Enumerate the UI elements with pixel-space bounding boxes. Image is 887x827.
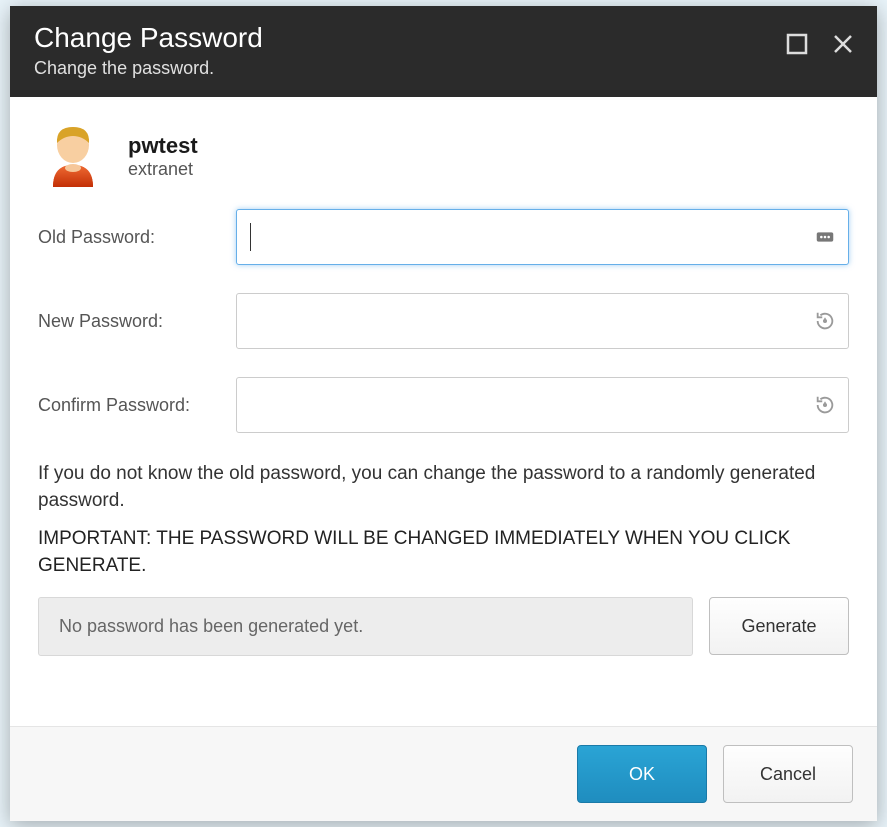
- old-password-label: Old Password:: [38, 227, 236, 248]
- confirm-password-input[interactable]: [236, 377, 849, 433]
- old-password-row: Old Password:: [38, 209, 849, 265]
- confirm-password-label: Confirm Password:: [38, 395, 236, 416]
- password-generate-icon[interactable]: [813, 393, 837, 417]
- generate-status: No password has been generated yet.: [38, 597, 693, 656]
- password-generate-icon[interactable]: [813, 309, 837, 333]
- change-password-dialog: Change Password Change the password.: [10, 6, 877, 821]
- text-caret: [250, 223, 251, 251]
- old-password-input-wrap: [236, 209, 849, 265]
- confirm-password-input-wrap: [236, 377, 849, 433]
- dialog-footer: OK Cancel: [10, 726, 877, 821]
- cancel-button[interactable]: Cancel: [723, 745, 853, 803]
- new-password-label: New Password:: [38, 311, 236, 332]
- user-text: pwtest extranet: [128, 133, 198, 180]
- dialog-header: Change Password Change the password.: [10, 6, 877, 97]
- dialog-subtitle: Change the password.: [34, 58, 853, 79]
- old-password-input[interactable]: [236, 209, 849, 265]
- new-password-input[interactable]: [236, 293, 849, 349]
- new-password-input-wrap: [236, 293, 849, 349]
- dialog-body: pwtest extranet Old Password: New Passwo…: [10, 97, 877, 726]
- user-domain: extranet: [128, 159, 198, 180]
- maximize-icon[interactable]: [783, 30, 811, 58]
- new-password-row: New Password:: [38, 293, 849, 349]
- generate-warning-text: IMPORTANT: THE PASSWORD WILL BE CHANGED …: [38, 526, 849, 579]
- confirm-password-row: Confirm Password:: [38, 377, 849, 433]
- generate-button[interactable]: Generate: [709, 597, 849, 655]
- dialog-title: Change Password: [34, 22, 853, 54]
- password-reveal-icon[interactable]: [813, 225, 837, 249]
- close-icon[interactable]: [829, 30, 857, 58]
- generate-help-text: If you do not know the old password, you…: [38, 461, 849, 514]
- user-avatar-icon: [38, 121, 108, 191]
- generate-row: No password has been generated yet. Gene…: [38, 597, 849, 656]
- user-name: pwtest: [128, 133, 198, 159]
- ok-button[interactable]: OK: [577, 745, 707, 803]
- dialog-header-controls: [783, 30, 857, 58]
- user-summary: pwtest extranet: [38, 121, 849, 191]
